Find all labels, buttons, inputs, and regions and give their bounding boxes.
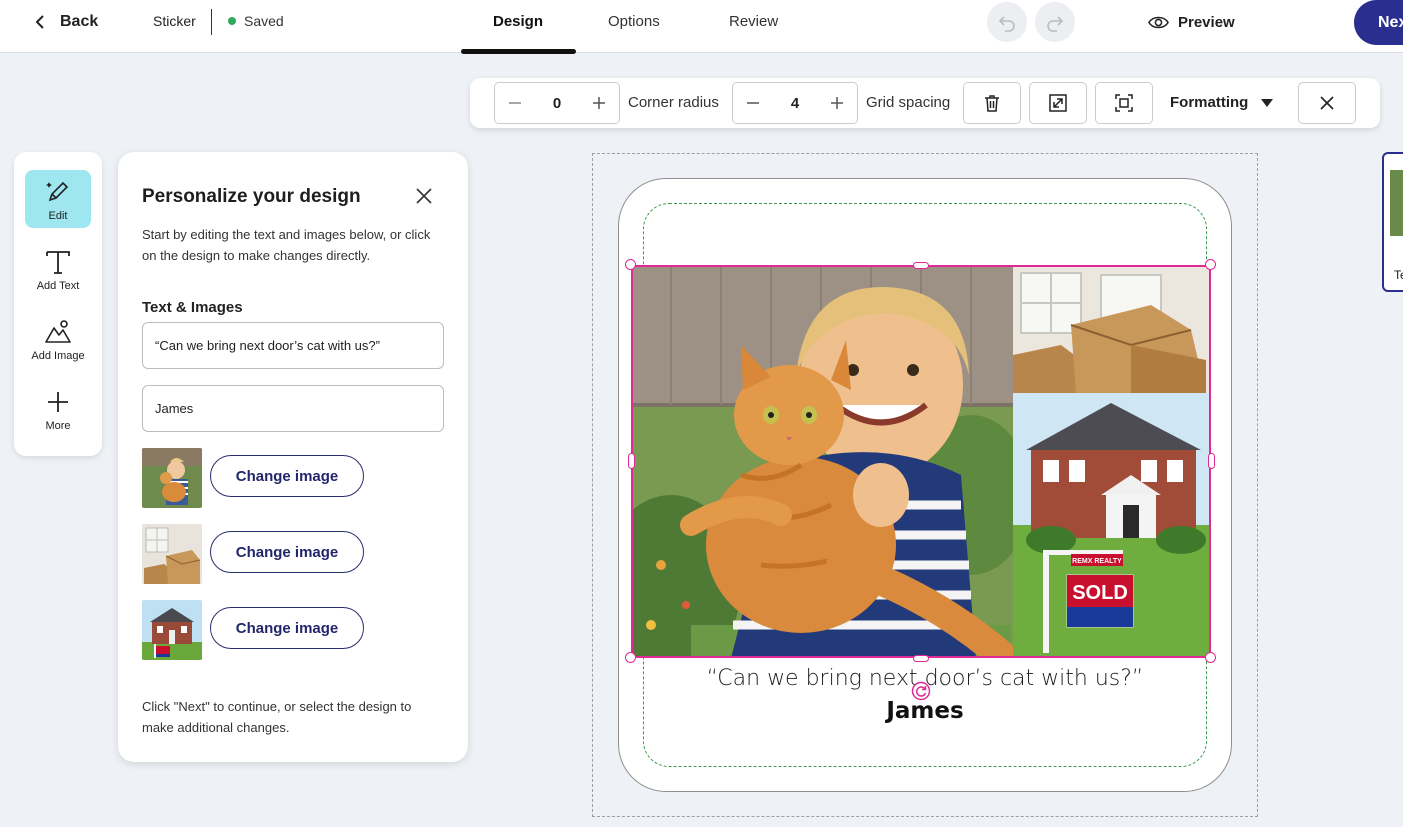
back-label: Back — [60, 13, 99, 30]
image-row: Change image — [142, 524, 442, 584]
preview-button[interactable]: Preview — [1148, 12, 1235, 33]
formatting-label: Formatting — [1170, 94, 1249, 111]
quote-text-field[interactable] — [142, 322, 444, 369]
decrement-button[interactable] — [745, 95, 761, 111]
decrement-button[interactable] — [507, 95, 523, 111]
stepper-value[interactable]: 4 — [791, 95, 799, 112]
resize-handle-right[interactable] — [1208, 453, 1215, 469]
formatting-dropdown[interactable]: Formatting — [1170, 94, 1274, 111]
resize-handle-top[interactable] — [913, 262, 929, 269]
tab-review[interactable]: Review — [729, 13, 778, 30]
back-button[interactable]: Back — [34, 11, 98, 33]
rotate-handle-icon[interactable] — [911, 681, 931, 701]
design-name-text[interactable]: James — [643, 698, 1207, 724]
resize-handle-top-left[interactable] — [625, 259, 636, 270]
name-text-field[interactable] — [142, 385, 444, 432]
side-preview-card[interactable]: Te — [1382, 152, 1403, 292]
format-toolbar: 0 Corner radius 4 Grid spacing Formattin… — [470, 78, 1380, 128]
change-image-button[interactable]: Change image — [210, 531, 364, 573]
tab-design[interactable]: Design — [493, 13, 543, 30]
preview-label: Preview — [1178, 14, 1235, 31]
personalize-panel: Personalize your design Start by editing… — [118, 152, 468, 762]
resize-handle-top-right[interactable] — [1205, 259, 1216, 270]
expand-icon — [1049, 94, 1067, 112]
next-button[interactable]: Next — [1354, 0, 1403, 45]
corner-radius-label: Corner radius — [628, 94, 719, 111]
rail-item-add-text[interactable]: Add Text — [25, 240, 91, 298]
divider — [211, 9, 212, 35]
crop-frame-icon — [1115, 94, 1133, 112]
rail-item-label: More — [45, 420, 71, 432]
rail-item-more[interactable]: More — [25, 380, 91, 438]
resize-button[interactable] — [1029, 82, 1087, 124]
panel-intro: Start by editing the text and images bel… — [142, 227, 431, 263]
increment-button[interactable] — [591, 95, 607, 111]
value-stepper[interactable]: 0 — [494, 82, 620, 124]
pencil-sparkle-icon — [46, 181, 69, 202]
rail-item-label: Add Text — [36, 280, 80, 292]
minus-icon — [509, 102, 521, 104]
crop-button[interactable] — [1095, 82, 1153, 124]
thumbnail-child-cat — [142, 448, 202, 508]
grid-spacing-label: Grid spacing — [866, 94, 951, 111]
thumbnail-moving-boxes — [142, 524, 202, 584]
thumbnail-sold-house — [142, 600, 202, 660]
image-mountain-icon — [45, 320, 71, 343]
trash-icon — [985, 95, 999, 112]
resize-handle-bottom-right[interactable] — [1205, 652, 1216, 663]
corner-radius-stepper[interactable]: 4 — [732, 82, 858, 124]
plus-icon — [593, 97, 605, 109]
saved-dot-icon — [228, 17, 236, 25]
panel-outro: Click "Next" to continue, or select the … — [142, 699, 412, 735]
undo-icon — [998, 16, 1015, 32]
save-status: Saved — [228, 13, 284, 29]
resize-handle-bottom-left[interactable] — [625, 652, 636, 663]
image-row: Change image — [142, 448, 442, 508]
tab-options[interactable]: Options — [608, 13, 660, 30]
product-name: Sticker — [153, 13, 196, 29]
top-bar: Back Sticker Saved Design Options Review… — [0, 0, 1403, 54]
image-row: Change image — [142, 600, 442, 660]
increment-button[interactable] — [829, 95, 845, 111]
rail-item-add-image[interactable]: Add Image — [25, 310, 91, 368]
caret-down-icon — [1261, 98, 1274, 107]
change-image-button[interactable]: Change image — [210, 455, 364, 497]
minus-icon — [747, 102, 759, 104]
resize-handle-left[interactable] — [628, 453, 635, 469]
redo-icon — [1047, 16, 1064, 32]
tool-rail: Edit Add Text Add Image More — [14, 152, 102, 456]
plus-icon — [48, 392, 68, 412]
text-t-icon — [46, 251, 70, 274]
stepper-value[interactable]: 0 — [553, 95, 561, 112]
delete-button[interactable] — [963, 82, 1021, 124]
change-image-button[interactable]: Change image — [210, 607, 364, 649]
image-selection-box[interactable] — [631, 265, 1211, 658]
redo-button[interactable] — [1035, 2, 1075, 42]
plus-icon — [831, 97, 843, 109]
rail-item-label: Edit — [48, 210, 68, 222]
eye-icon — [1148, 16, 1169, 29]
resize-handle-bottom[interactable] — [913, 655, 929, 662]
side-preview-label: Te — [1394, 268, 1403, 282]
active-tab-indicator — [461, 49, 576, 54]
rail-item-label: Add Image — [31, 350, 85, 362]
panel-title: Personalize your design — [142, 186, 361, 207]
undo-button[interactable] — [987, 2, 1027, 42]
close-icon — [1320, 96, 1334, 110]
section-title: Text & Images — [142, 299, 243, 316]
chevron-left-icon — [35, 15, 44, 29]
close-panel-icon[interactable] — [414, 186, 434, 206]
side-preview-thumbnail — [1390, 170, 1403, 236]
save-status-label: Saved — [244, 13, 284, 29]
rail-item-edit[interactable]: Edit — [25, 170, 91, 228]
close-toolbar-button[interactable] — [1298, 82, 1356, 124]
